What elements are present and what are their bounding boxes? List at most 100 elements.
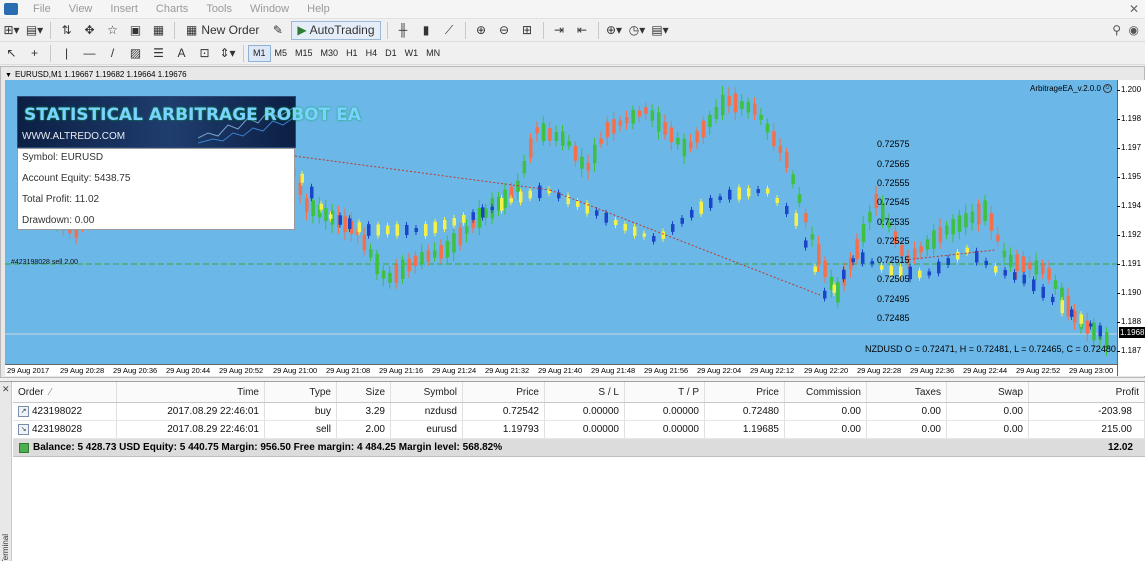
nzdusd-candle bbox=[1060, 300, 1064, 314]
metaeditor-button[interactable]: ✎ bbox=[268, 21, 287, 40]
column-header-size[interactable]: Size bbox=[337, 382, 391, 402]
column-header-sl[interactable]: S / L bbox=[545, 382, 625, 402]
horizontal-line-button[interactable]: — bbox=[80, 44, 99, 63]
vertical-line-button[interactable]: | bbox=[57, 44, 76, 63]
timeframe-m15[interactable]: M15 bbox=[291, 45, 317, 62]
signals-icon[interactable]: ◉ bbox=[1129, 23, 1139, 37]
fibonacci-button[interactable]: ☰ bbox=[149, 44, 168, 63]
eurusd-candle bbox=[1053, 280, 1058, 289]
nzdusd-candle bbox=[804, 240, 808, 248]
strategy-tester-button[interactable]: ▦ bbox=[149, 21, 168, 40]
price-tick-label: 1.200 bbox=[1116, 85, 1142, 94]
menu-window[interactable]: Window bbox=[241, 3, 298, 15]
timeframe-mn[interactable]: MN bbox=[422, 45, 444, 62]
size-cell: 3.29 bbox=[337, 403, 391, 420]
channel-button[interactable]: ▨ bbox=[126, 44, 145, 63]
order-cell: ↘ 423198028 bbox=[13, 421, 117, 438]
close-icon[interactable]: ✕ bbox=[2, 384, 10, 395]
column-header-profit[interactable]: Profit bbox=[1029, 382, 1145, 402]
autotrading-button[interactable]: ▶ AutoTrading bbox=[291, 20, 381, 40]
templates-button[interactable]: ▤▾ bbox=[651, 21, 670, 40]
nzdusd-candle bbox=[690, 209, 694, 218]
nzdusd-candle bbox=[576, 201, 580, 207]
line-chart-button[interactable]: ⟋ bbox=[440, 21, 459, 40]
order-line-label: #423198028 sell 2.00 bbox=[11, 259, 78, 266]
timeframe-m1[interactable]: M1 bbox=[248, 44, 271, 62]
price-axis[interactable]: 1.200 1.198 1.197 1.195 1.194 1.192 1.19… bbox=[1116, 80, 1145, 376]
eurusd-candle bbox=[945, 225, 949, 235]
eurusd-candle bbox=[1047, 268, 1051, 280]
auto-scroll-button[interactable]: ⇥ bbox=[550, 21, 569, 40]
secondary-level-label: 0.72485 bbox=[877, 313, 910, 323]
timeframe-m30[interactable]: M30 bbox=[317, 45, 343, 62]
menu-view[interactable]: View bbox=[60, 3, 102, 15]
eurusd-candle bbox=[535, 127, 539, 134]
eurusd-candle bbox=[1041, 264, 1045, 274]
timeframe-h1[interactable]: H1 bbox=[342, 45, 362, 62]
eurusd-candle bbox=[343, 216, 347, 232]
column-header-price[interactable]: Price bbox=[463, 382, 545, 402]
bar-chart-button[interactable]: ╫ bbox=[394, 21, 413, 40]
navigator-button[interactable]: ☆ bbox=[103, 21, 122, 40]
horizontal-line-icon: — bbox=[83, 46, 96, 60]
nzdusd-candle bbox=[747, 188, 751, 197]
new-order-button[interactable]: ▦ New Order bbox=[181, 21, 264, 40]
search-icon[interactable]: ⚲ bbox=[1112, 23, 1121, 37]
time-axis[interactable]: 29 Aug 2017 29 Aug 20:28 29 Aug 20:36 29 Au… bbox=[5, 364, 1117, 376]
price-chart[interactable]: ArbitrageEA_v.2.0.0 ☺ #423198028 sell 2.0… bbox=[5, 80, 1117, 364]
nzdusd-candle bbox=[965, 247, 969, 253]
menu-tools[interactable]: Tools bbox=[197, 3, 241, 15]
crosshair-button[interactable]: + bbox=[25, 44, 44, 63]
arrows-button[interactable]: ⇕▾ bbox=[218, 44, 237, 63]
chart-shift-button[interactable]: ⇤ bbox=[573, 21, 592, 40]
table-row[interactable]: ↗ 423198022 2017.08.29 22:46:01 buy 3.29 … bbox=[13, 403, 1145, 421]
indicators-button[interactable]: ⊕▾ bbox=[605, 21, 624, 40]
market-watch-button[interactable]: ⇅ bbox=[57, 21, 76, 40]
trendline-button[interactable]: / bbox=[103, 44, 122, 63]
eurusd-candle bbox=[727, 95, 731, 106]
nzdusd-candle bbox=[395, 224, 399, 236]
eurusd-candle bbox=[701, 120, 706, 138]
taxes-cell: 0.00 bbox=[867, 403, 947, 420]
tile-windows-button[interactable]: ⊞ bbox=[518, 21, 537, 40]
close-icon[interactable]: ✕ bbox=[1129, 3, 1141, 15]
column-header-taxes[interactable]: Taxes bbox=[867, 382, 947, 402]
column-header-swap[interactable]: Swap bbox=[947, 382, 1029, 402]
column-header-tp[interactable]: T / P bbox=[625, 382, 705, 402]
eurusd-candle bbox=[1015, 254, 1019, 271]
menu-help[interactable]: Help bbox=[298, 3, 339, 15]
menu-charts[interactable]: Charts bbox=[147, 3, 197, 15]
nzdusd-candle bbox=[956, 251, 960, 260]
nzdusd-candle bbox=[785, 205, 789, 215]
timeframe-w1[interactable]: W1 bbox=[401, 45, 423, 62]
periods-button[interactable]: ◷▾ bbox=[628, 21, 647, 40]
timeframe-m5[interactable]: M5 bbox=[271, 45, 292, 62]
table-row[interactable]: ↘ 423198028 2017.08.29 22:46:01 sell 2.00… bbox=[13, 421, 1145, 439]
zoom-out-button[interactable]: ⊖ bbox=[495, 21, 514, 40]
timeframe-h4[interactable]: H4 bbox=[362, 45, 382, 62]
text-button[interactable]: A bbox=[172, 44, 191, 63]
eurusd-candle bbox=[823, 260, 827, 278]
cursor-button[interactable]: ↖ bbox=[2, 44, 21, 63]
menu-file[interactable]: File bbox=[24, 3, 60, 15]
data-window-button[interactable]: ✥ bbox=[80, 21, 99, 40]
column-header-commission[interactable]: Commission bbox=[785, 382, 867, 402]
timeframe-d1[interactable]: D1 bbox=[381, 45, 401, 62]
label-button[interactable]: ⊡ bbox=[195, 44, 214, 63]
column-header-type[interactable]: Type bbox=[265, 382, 337, 402]
tp-cell: 0.00000 bbox=[625, 403, 705, 420]
zoom-in-button[interactable]: ⊕ bbox=[472, 21, 491, 40]
candlestick-button[interactable]: ▮ bbox=[417, 21, 436, 40]
zoom-out-icon: ⊖ bbox=[499, 23, 510, 37]
column-header-time[interactable]: Time bbox=[117, 382, 265, 402]
ea-symbol: Symbol: EURUSD bbox=[22, 152, 104, 163]
column-header-symbol[interactable]: Symbol bbox=[391, 382, 463, 402]
column-header-current-price[interactable]: Price bbox=[705, 382, 785, 402]
eurusd-candle bbox=[925, 239, 930, 250]
terminal-button[interactable]: ▣ bbox=[126, 21, 145, 40]
column-header-order[interactable]: Order ⁄ bbox=[13, 382, 117, 402]
profiles-button[interactable]: ▤▾ bbox=[25, 21, 44, 40]
menu-insert[interactable]: Insert bbox=[101, 3, 147, 15]
eurusd-candle bbox=[586, 162, 591, 171]
new-chart-button[interactable]: ⊞▾ bbox=[2, 21, 21, 40]
